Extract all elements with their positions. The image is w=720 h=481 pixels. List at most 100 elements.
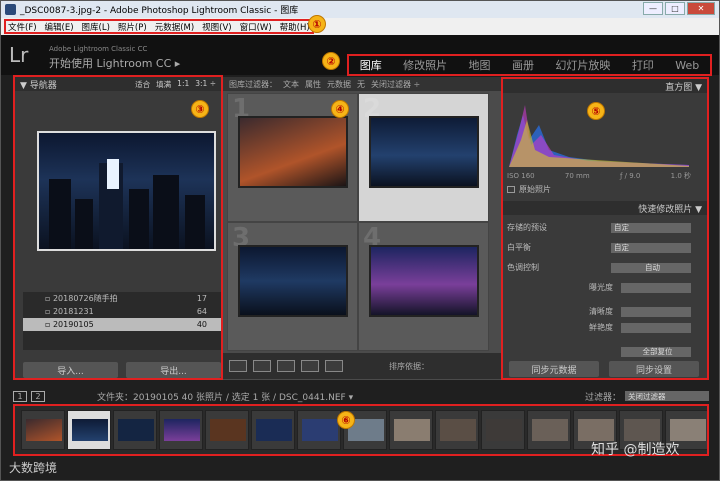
compare-view-icon[interactable] <box>277 360 295 372</box>
histogram-header[interactable]: 直方图 ▼ <box>503 79 707 93</box>
module-develop[interactable]: 修改照片 <box>403 57 447 73</box>
people-view-icon[interactable] <box>325 360 343 372</box>
minimize-button[interactable]: — <box>643 2 663 15</box>
zoom-fill[interactable]: 填满 <box>156 79 171 90</box>
tone-control-row: 色调控制 自动 <box>507 261 691 274</box>
filter-metadata[interactable]: 元数据 <box>327 79 351 90</box>
survey-view-icon[interactable] <box>301 360 319 372</box>
right-panel: 直方图 ▼ ISO 160 70 mm ƒ / 9.0 1.0 秒 原始照片 快速修改… <box>501 77 709 380</box>
title-bar: _DSC0087-3.jpg-2 - Adobe Photoshop Light… <box>1 1 719 18</box>
white-balance-dropdown[interactable]: 自定 <box>611 242 691 253</box>
menu-file[interactable]: 文件(F) <box>8 21 37 33</box>
zoom-fit[interactable]: 适合 <box>135 79 150 90</box>
filmstrip-thumb[interactable] <box>21 410 65 450</box>
grid-cell-selected[interactable]: 2 <box>358 93 489 222</box>
source-path[interactable]: 文件夹：20190105 40 张照片 / 选定 1 张 / DSC_0441.… <box>97 390 353 403</box>
menu-photo[interactable]: 照片(P) <box>118 21 147 33</box>
folder-item-selected[interactable]: ▫ 20190105 40 <box>23 318 221 331</box>
filmstrip-thumb-selected[interactable] <box>67 410 111 450</box>
loupe-view-icon[interactable] <box>253 360 271 372</box>
grid-cell[interactable]: 3 <box>227 222 358 351</box>
saved-preset-row: 存储的预设 自定 <box>507 221 691 234</box>
menu-metadata[interactable]: 元数据(M) <box>155 21 194 33</box>
window-2-button[interactable]: 2 <box>31 390 45 402</box>
window-1-button[interactable]: 1 <box>13 390 27 402</box>
identity-plate: Lr Adobe Lightroom Classic CC 开始使用 Light… <box>1 35 719 76</box>
filmstrip-thumb[interactable] <box>527 410 571 450</box>
zoom-1-1[interactable]: 1:1 <box>177 79 189 90</box>
filter-none[interactable]: 无 <box>357 79 365 90</box>
import-button[interactable]: 导入... <box>23 362 118 378</box>
left-panel: ▼ 导航器 适合 填满 1:1 3:1 ÷ ▫ 20180726随手拍 17 ▫ … <box>13 75 223 380</box>
window-controls: — □ ✕ <box>643 2 715 15</box>
callout-badge-3: ③ <box>191 100 209 118</box>
filmstrip-thumb[interactable] <box>159 410 203 450</box>
saved-preset-dropdown[interactable]: 自定 <box>611 222 691 233</box>
filter-attribute[interactable]: 属性 <box>305 79 321 90</box>
filter-text[interactable]: 文本 <box>283 79 299 90</box>
brand-line1: Adobe Lightroom Classic CC <box>49 45 148 53</box>
filmstrip-info-bar: 1 2 文件夹：20190105 40 张照片 / 选定 1 张 / DSC_0… <box>13 389 709 403</box>
watermark-left: 大数跨境 <box>9 461 58 475</box>
vibrance-row: 鲜艳度 <box>507 321 691 334</box>
export-button[interactable]: 导出... <box>126 362 221 378</box>
filter-preset[interactable]: 关闭过滤器 ÷ <box>371 79 420 90</box>
callout-badge-1: ① <box>308 15 326 33</box>
grid-cell[interactable]: 4 <box>358 222 489 351</box>
menu-window[interactable]: 窗口(W) <box>240 21 272 33</box>
filmstrip-thumb[interactable] <box>389 410 433 450</box>
menu-edit[interactable]: 编辑(E) <box>45 21 74 33</box>
menu-bar: 文件(F) 编辑(E) 图库(L) 照片(P) 元数据(M) 视图(V) 窗口(… <box>1 18 719 35</box>
menu-help[interactable]: 帮助(H) <box>280 21 310 33</box>
exposure-stepper[interactable] <box>621 282 691 293</box>
vibrance-stepper[interactable] <box>621 322 691 333</box>
brand-line2[interactable]: 开始使用 Lightroom CC ▸ <box>49 55 180 71</box>
callout-badge-6: ⑥ <box>337 411 355 429</box>
filmstrip-thumb[interactable] <box>251 410 295 450</box>
app-window: _DSC0087-3.jpg-2 - Adobe Photoshop Light… <box>0 0 720 481</box>
library-filter-bar: 图库过滤器： 文本 属性 元数据 无 关闭过滤器 ÷ <box>223 77 501 91</box>
callout-badge-2: ② <box>322 52 340 70</box>
module-map[interactable]: 地图 <box>469 57 491 73</box>
original-photo-toggle[interactable]: 原始照片 <box>507 183 691 196</box>
filmstrip-thumb[interactable] <box>297 410 341 450</box>
reset-all-button[interactable]: 全部复位 <box>621 346 691 357</box>
sort-label[interactable]: 排序依据： <box>389 361 429 372</box>
menu-view[interactable]: 视图(V) <box>202 21 231 33</box>
filmstrip-filter-dropdown[interactable]: 关闭过滤器 <box>625 391 709 401</box>
folder-item[interactable]: ▫ 20181231 64 <box>23 305 221 318</box>
filter-label: 图库过滤器： <box>229 79 277 89</box>
callout-badge-4: ④ <box>331 100 349 118</box>
reset-row: 全部复位 <box>507 345 691 358</box>
sync-metadata-button[interactable]: 同步元数据 <box>509 361 599 377</box>
module-web[interactable]: Web <box>675 59 699 72</box>
grid-view-icon[interactable] <box>229 360 247 372</box>
navigator-header[interactable]: ▼ 导航器 适合 填满 1:1 3:1 ÷ <box>15 77 221 91</box>
exposure-row: 曝光度 <box>507 281 691 294</box>
navigator-preview[interactable] <box>37 131 216 251</box>
module-slideshow[interactable]: 幻灯片放映 <box>555 57 610 73</box>
maximize-button[interactable]: □ <box>665 2 685 15</box>
exif-info: ISO 160 70 mm ƒ / 9.0 1.0 秒 <box>507 171 691 180</box>
callout-badge-5: ⑤ <box>587 102 605 120</box>
module-book[interactable]: 画册 <box>512 57 534 73</box>
quick-develop-header[interactable]: 快速修改照片 ▼ <box>503 201 707 215</box>
folder-item[interactable]: ▫ 20180726随手拍 17 <box>23 292 221 305</box>
module-print[interactable]: 打印 <box>632 57 654 73</box>
sync-settings-button[interactable]: 同步设置 <box>609 361 699 377</box>
filmstrip-thumb[interactable] <box>435 410 479 450</box>
close-button[interactable]: ✕ <box>687 2 715 15</box>
filmstrip-thumb[interactable] <box>113 410 157 450</box>
grid-toolbar: 排序依据： <box>223 353 501 379</box>
filmstrip-thumb[interactable] <box>205 410 249 450</box>
clarity-row: 清晰度 <box>507 305 691 318</box>
grid-view: 图库过滤器： 文本 属性 元数据 无 关闭过滤器 ÷ 1 2 3 4 排序依据： <box>223 77 501 380</box>
zoom-3-1[interactable]: 3:1 ÷ <box>195 79 216 90</box>
menu-box: 文件(F) 编辑(E) 图库(L) 照片(P) 元数据(M) 视图(V) 窗口(… <box>4 19 314 34</box>
module-library[interactable]: 图库 <box>360 57 382 73</box>
filmstrip-thumb[interactable] <box>481 410 525 450</box>
menu-library[interactable]: 图库(L) <box>82 21 110 33</box>
clarity-stepper[interactable] <box>621 306 691 317</box>
auto-tone-button[interactable]: 自动 <box>611 262 691 273</box>
watermark-right: 知乎 @制造欢 <box>591 442 680 458</box>
